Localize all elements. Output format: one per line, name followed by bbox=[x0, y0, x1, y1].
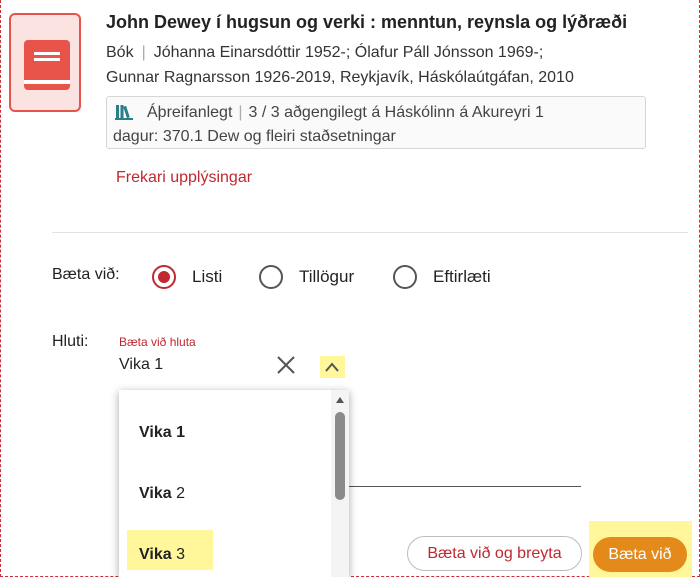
add-to-label: Bæta við: bbox=[52, 266, 120, 283]
dropdown-scrollbar[interactable] bbox=[331, 390, 349, 577]
parts-field-label: Bæta við hluta bbox=[119, 335, 196, 349]
option-suffix: 1 bbox=[171, 424, 185, 441]
parts-label: Hluti: bbox=[52, 333, 89, 350]
radio-favorites-label: Eftirlæti bbox=[433, 267, 491, 286]
record-title[interactable]: John Dewey í hugsun og verki : menntun, … bbox=[106, 12, 627, 33]
book-thumbnail[interactable] bbox=[9, 13, 81, 112]
radio-circle[interactable] bbox=[393, 265, 417, 289]
radio-circle-selected[interactable] bbox=[152, 265, 176, 289]
meta-separator: | bbox=[141, 44, 146, 61]
close-icon[interactable] bbox=[275, 354, 297, 376]
option-prefix: Vika bbox=[139, 424, 172, 441]
availability-box: Áþreifanlegt | 3 / 3 aðgengilegt á Háskóli… bbox=[106, 96, 646, 149]
option-prefix: Vika bbox=[139, 546, 172, 563]
availability-status: Áþreifanlegt bbox=[147, 104, 233, 121]
dropdown-option-1[interactable]: Vika 1 bbox=[139, 424, 185, 442]
radio-list-label: Listi bbox=[192, 267, 223, 286]
record-meta: Bók | Jóhanna Einarsdóttir 1952-; Ólafur P… bbox=[106, 40, 646, 90]
library-icon bbox=[115, 105, 133, 120]
availability-detail-cont: dagur: 370.1 Dew og fleiri staðsetningar bbox=[113, 128, 396, 145]
section-divider bbox=[52, 232, 688, 233]
chevron-up-icon bbox=[325, 362, 339, 372]
radio-suggestions[interactable]: Tillögur bbox=[259, 264, 354, 290]
radio-suggestions-label: Tillögur bbox=[299, 267, 355, 286]
option-suffix: 3 bbox=[171, 546, 185, 563]
availability-separator: | bbox=[238, 104, 243, 121]
record-authors: Jóhanna Einarsdóttir 1952-; Ólafur Páll … bbox=[153, 44, 544, 61]
scrollbar-thumb[interactable] bbox=[335, 412, 345, 500]
radio-favorites[interactable]: Eftirlæti bbox=[393, 264, 491, 290]
scroll-up-arrow-icon[interactable] bbox=[335, 396, 345, 404]
dropdown-option-3[interactable]: Vika 3 bbox=[139, 546, 185, 564]
dropdown-option-2[interactable]: Vika 2 bbox=[139, 485, 185, 503]
availability-detail: 3 / 3 aðgengilegt á Háskólinn á Akureyri… bbox=[248, 104, 544, 121]
parts-dropdown-list[interactable]: Vika 1 Vika 2 Vika 3 bbox=[119, 390, 349, 577]
option-suffix: 2 bbox=[171, 485, 185, 502]
field-underline bbox=[346, 486, 581, 487]
book-icon bbox=[24, 40, 70, 90]
parts-combobox-input[interactable]: Vika 1 bbox=[119, 356, 163, 374]
add-button[interactable]: Bæta við bbox=[593, 537, 687, 572]
add-button-highlight: Bæta við bbox=[589, 521, 692, 577]
dropdown-toggle-button[interactable] bbox=[320, 356, 345, 378]
radio-list[interactable]: Listi bbox=[152, 264, 222, 290]
radio-circle[interactable] bbox=[259, 265, 283, 289]
option-prefix: Vika bbox=[139, 485, 172, 502]
record-authors-cont: Gunnar Ragnarsson 1926-2019, Reykjavík, … bbox=[106, 69, 574, 86]
add-and-edit-button[interactable]: Bæta við og breyta bbox=[407, 536, 582, 571]
record-format: Bók bbox=[106, 44, 134, 61]
more-info-link[interactable]: Frekari upplýsingar bbox=[116, 169, 252, 187]
